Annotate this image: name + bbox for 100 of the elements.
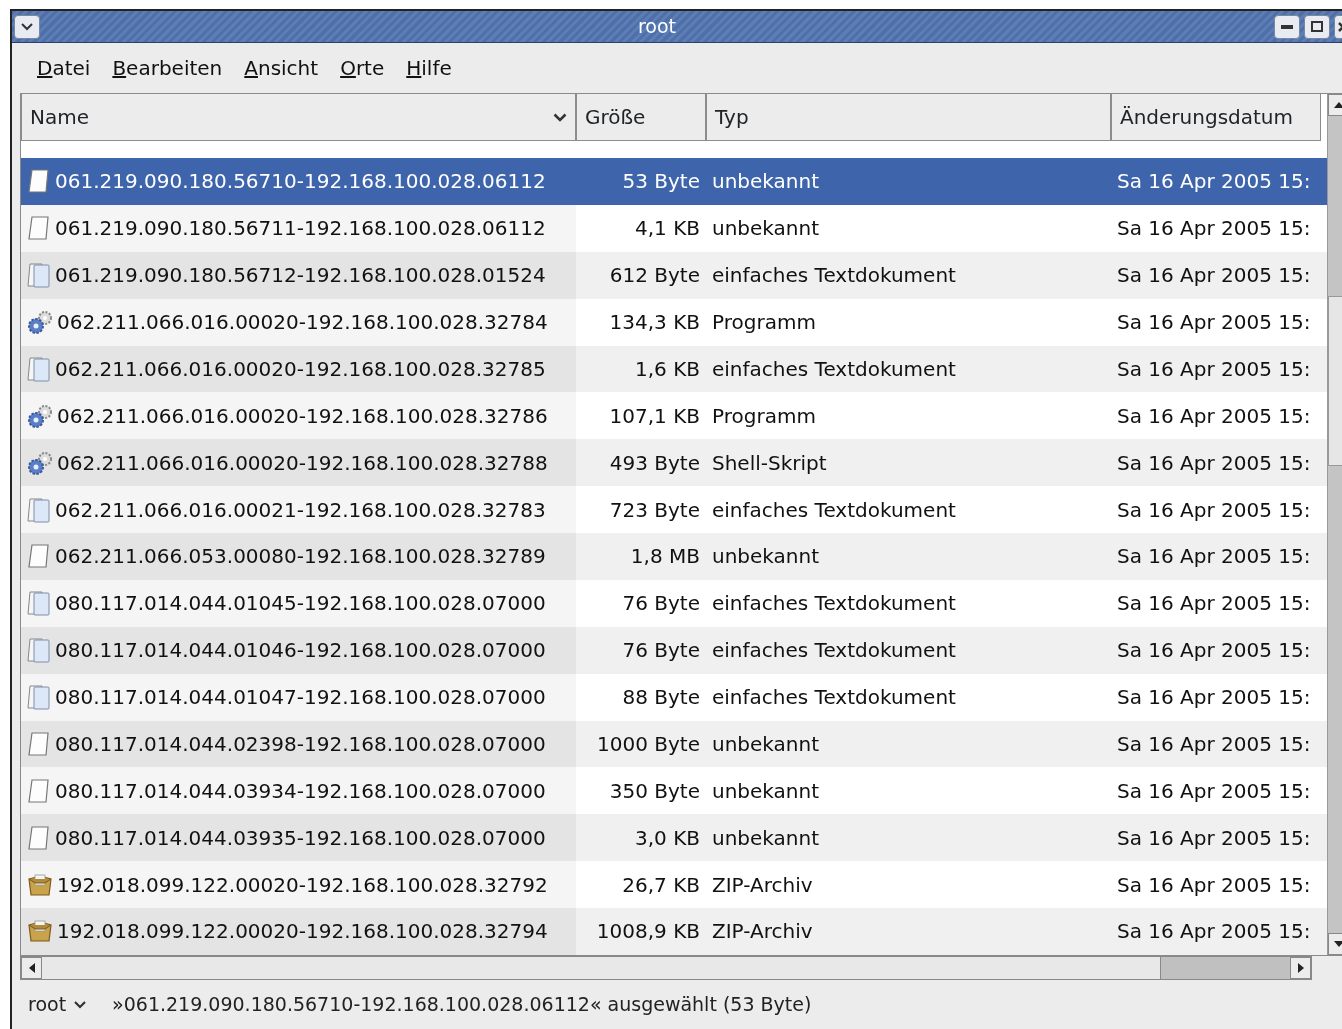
file-row[interactable]: 062.211.066.016.00020-192.168.100.028.32786 107,1 KB Programm Sa 16 Apr 2005 15: <box>21 392 1327 440</box>
file-name: 192.018.099.122.00020-192.168.100.028.32792 <box>57 871 548 899</box>
file-size: 76 Byte <box>622 590 700 618</box>
file-type: unbekannt <box>712 777 820 805</box>
chevron-down-icon <box>74 1000 87 1009</box>
file-name: 080.117.014.044.01047-192.168.100.028.07000 <box>55 684 546 712</box>
file-row[interactable]: 062.211.066.016.00020-192.168.100.028.32788 493 Byte Shell-Skript Sa 16 Apr 2005 15: <box>21 439 1327 487</box>
horizontal-scrollbar[interactable] <box>20 956 1312 980</box>
minimize-icon <box>1281 24 1293 29</box>
file-type: Programm <box>712 402 816 430</box>
text-page-icon <box>27 636 51 665</box>
file-name: 080.117.014.044.02398-192.168.100.028.07000 <box>55 730 546 758</box>
scrollbar-thumb[interactable] <box>1160 957 1290 979</box>
file-type: unbekannt <box>712 543 820 571</box>
file-row[interactable]: 080.117.014.044.01047-192.168.100.028.07000 88 Byte einfaches Textdokument Sa 16 Apr 2005 15: <box>21 673 1327 721</box>
file-row[interactable]: 062.211.066.016.00021-192.168.100.028.32783 723 Byte einfaches Textdokument Sa 16 Apr 2005 15: <box>21 486 1327 533</box>
scroll-right-button[interactable] <box>1290 957 1311 979</box>
file-size: 493 Byte <box>609 449 700 477</box>
file-name: 080.117.014.044.01046-192.168.100.028.07000 <box>55 637 546 665</box>
text-page-icon <box>27 261 51 290</box>
file-row[interactable]: 192.018.099.122.00020-192.168.100.028.32794 1008,9 KB ZIP-Archiv Sa 16 Apr 2005 15: <box>21 908 1327 955</box>
maximize-icon <box>1311 21 1323 32</box>
file-date: Sa 16 Apr 2005 15: <box>1117 543 1311 571</box>
blank-page-icon <box>27 168 51 195</box>
file-row[interactable]: 062.211.066.016.00020-192.168.100.028.32785 1,6 KB einfaches Textdokument Sa 16 Apr 2005 15: <box>21 345 1327 393</box>
file-row[interactable]: 062.211.066.053.00080-192.168.100.028.32789 1,8 MB unbekannt Sa 16 Apr 2005 15: <box>21 533 1327 580</box>
file-date: Sa 16 Apr 2005 15: <box>1117 918 1311 946</box>
column-header[interactable]: Größe <box>576 94 706 141</box>
file-date: Sa 16 Apr 2005 15: <box>1117 777 1311 805</box>
box-icon <box>27 871 53 898</box>
gears-icon <box>27 450 53 475</box>
file-name: 062.211.066.016.00021-192.168.100.028.32783 <box>55 496 546 524</box>
status-message: »061.219.090.180.56710-192.168.100.028.06112« ausgewählt (53 Byte) <box>112 992 812 1018</box>
menu-item[interactable]: Orte <box>329 53 396 83</box>
file-row[interactable]: 061.219.090.180.56710-192.168.100.028.06112 53 Byte unbekannt Sa 16 Apr 2005 15: <box>21 158 1327 205</box>
file-date: Sa 16 Apr 2005 15: <box>1117 402 1311 430</box>
file-name: 080.117.014.044.01045-192.168.100.028.07000 <box>55 590 546 618</box>
file-date: Sa 16 Apr 2005 15: <box>1117 496 1311 524</box>
location-dropdown[interactable]: root <box>28 990 87 1019</box>
file-type: einfaches Textdokument <box>712 637 956 665</box>
file-date: Sa 16 Apr 2005 15: <box>1117 309 1311 337</box>
column-header[interactable]: Typ <box>706 94 1111 141</box>
file-name: 062.211.066.053.00080-192.168.100.028.32789 <box>55 543 546 571</box>
file-row[interactable]: 061.219.090.180.56712-192.168.100.028.01524 612 Byte einfaches Textdokument Sa 16 Apr 2005 15: <box>21 251 1327 299</box>
file-date: Sa 16 Apr 2005 15: <box>1117 684 1311 712</box>
file-size: 88 Byte <box>622 684 700 712</box>
gears-icon <box>27 403 53 428</box>
file-date: Sa 16 Apr 2005 15: <box>1117 871 1311 899</box>
box-icon <box>27 918 53 945</box>
file-name: 062.211.066.016.00020-192.168.100.028.32784 <box>57 309 548 337</box>
file-row[interactable]: 080.117.014.044.03934-192.168.100.028.07000 350 Byte unbekannt Sa 16 Apr 2005 15: <box>21 767 1327 815</box>
file-date: Sa 16 Apr 2005 15: <box>1117 262 1311 290</box>
column-header[interactable]: Änderungsdatum <box>1111 94 1321 141</box>
file-row[interactable]: 192.018.099.122.00020-192.168.100.028.32792 26,7 KB ZIP-Archiv Sa 16 Apr 2005 15: <box>21 861 1327 908</box>
file-row[interactable]: 080.117.014.044.01046-192.168.100.028.07000 76 Byte einfaches Textdokument Sa 16 Apr 2005 15: <box>21 626 1327 674</box>
gears-icon <box>27 310 53 335</box>
file-type: einfaches Textdokument <box>712 355 956 383</box>
window-menu-button[interactable] <box>14 14 40 39</box>
file-name: 062.211.066.016.00020-192.168.100.028.32785 <box>55 355 546 383</box>
file-row[interactable]: 062.211.066.016.00020-192.168.100.028.32784 134,3 KB Programm Sa 16 Apr 2005 15: <box>21 298 1327 346</box>
file-type: unbekannt <box>712 730 820 758</box>
file-size: 1000 Byte <box>597 730 700 758</box>
file-size: 612 Byte <box>609 262 700 290</box>
file-row[interactable]: 080.117.014.044.03935-192.168.100.028.07000 3,0 KB unbekannt Sa 16 Apr 2005 15: <box>21 814 1327 862</box>
file-name: 080.117.014.044.03934-192.168.100.028.07000 <box>55 777 546 805</box>
chevron-down-icon <box>21 22 33 31</box>
file-row[interactable]: 080.117.014.044.02398-192.168.100.028.07000 1000 Byte unbekannt Sa 16 Apr 2005 15: <box>21 720 1327 768</box>
menu-item[interactable]: Bearbeiten <box>101 53 234 83</box>
file-size: 134,3 KB <box>609 309 700 337</box>
file-name: 061.219.090.180.56711-192.168.100.028.06112 <box>55 215 546 243</box>
window-title: root <box>636 14 678 40</box>
menu-item[interactable]: Hilfe <box>395 53 463 83</box>
file-type: einfaches Textdokument <box>712 262 956 290</box>
column-header[interactable]: Name <box>21 94 576 141</box>
file-row[interactable]: 080.117.014.044.01045-192.168.100.028.07000 76 Byte einfaches Textdokument Sa 16 Apr 2005 15: <box>21 579 1327 627</box>
file-date: Sa 16 Apr 2005 15: <box>1117 637 1311 665</box>
file-size: 76 Byte <box>622 637 700 665</box>
text-page-icon <box>27 495 51 524</box>
blank-page-icon <box>27 730 51 757</box>
arrow-right-icon <box>1297 963 1304 973</box>
menu-item[interactable]: Ansicht <box>233 53 330 83</box>
file-row[interactable]: 061.219.090.180.56711-192.168.100.028.06112 4,1 KB unbekannt Sa 16 Apr 2005 15: <box>21 204 1327 252</box>
maximize-button[interactable] <box>1304 14 1330 39</box>
minimize-button[interactable] <box>1274 14 1300 39</box>
blank-page-icon <box>27 824 51 851</box>
file-type: einfaches Textdokument <box>712 684 956 712</box>
file-type: unbekannt <box>712 215 820 243</box>
file-size: 1,6 KB <box>635 355 700 383</box>
scroll-left-button[interactable] <box>21 957 42 979</box>
file-size: 107,1 KB <box>609 402 700 430</box>
file-type: ZIP-Archiv <box>712 871 813 899</box>
file-date: Sa 16 Apr 2005 15: <box>1117 215 1311 243</box>
file-date: Sa 16 Apr 2005 15: <box>1117 168 1311 196</box>
file-name: 062.211.066.016.00020-192.168.100.028.32786 <box>57 402 548 430</box>
file-size: 3,0 KB <box>635 824 700 852</box>
file-name: 062.211.066.016.00020-192.168.100.028.32788 <box>57 449 548 477</box>
file-type: unbekannt <box>712 168 820 196</box>
file-size: 350 Byte <box>609 777 700 805</box>
file-date: Sa 16 Apr 2005 15: <box>1117 590 1311 618</box>
menu-item[interactable]: Datei <box>26 53 102 83</box>
